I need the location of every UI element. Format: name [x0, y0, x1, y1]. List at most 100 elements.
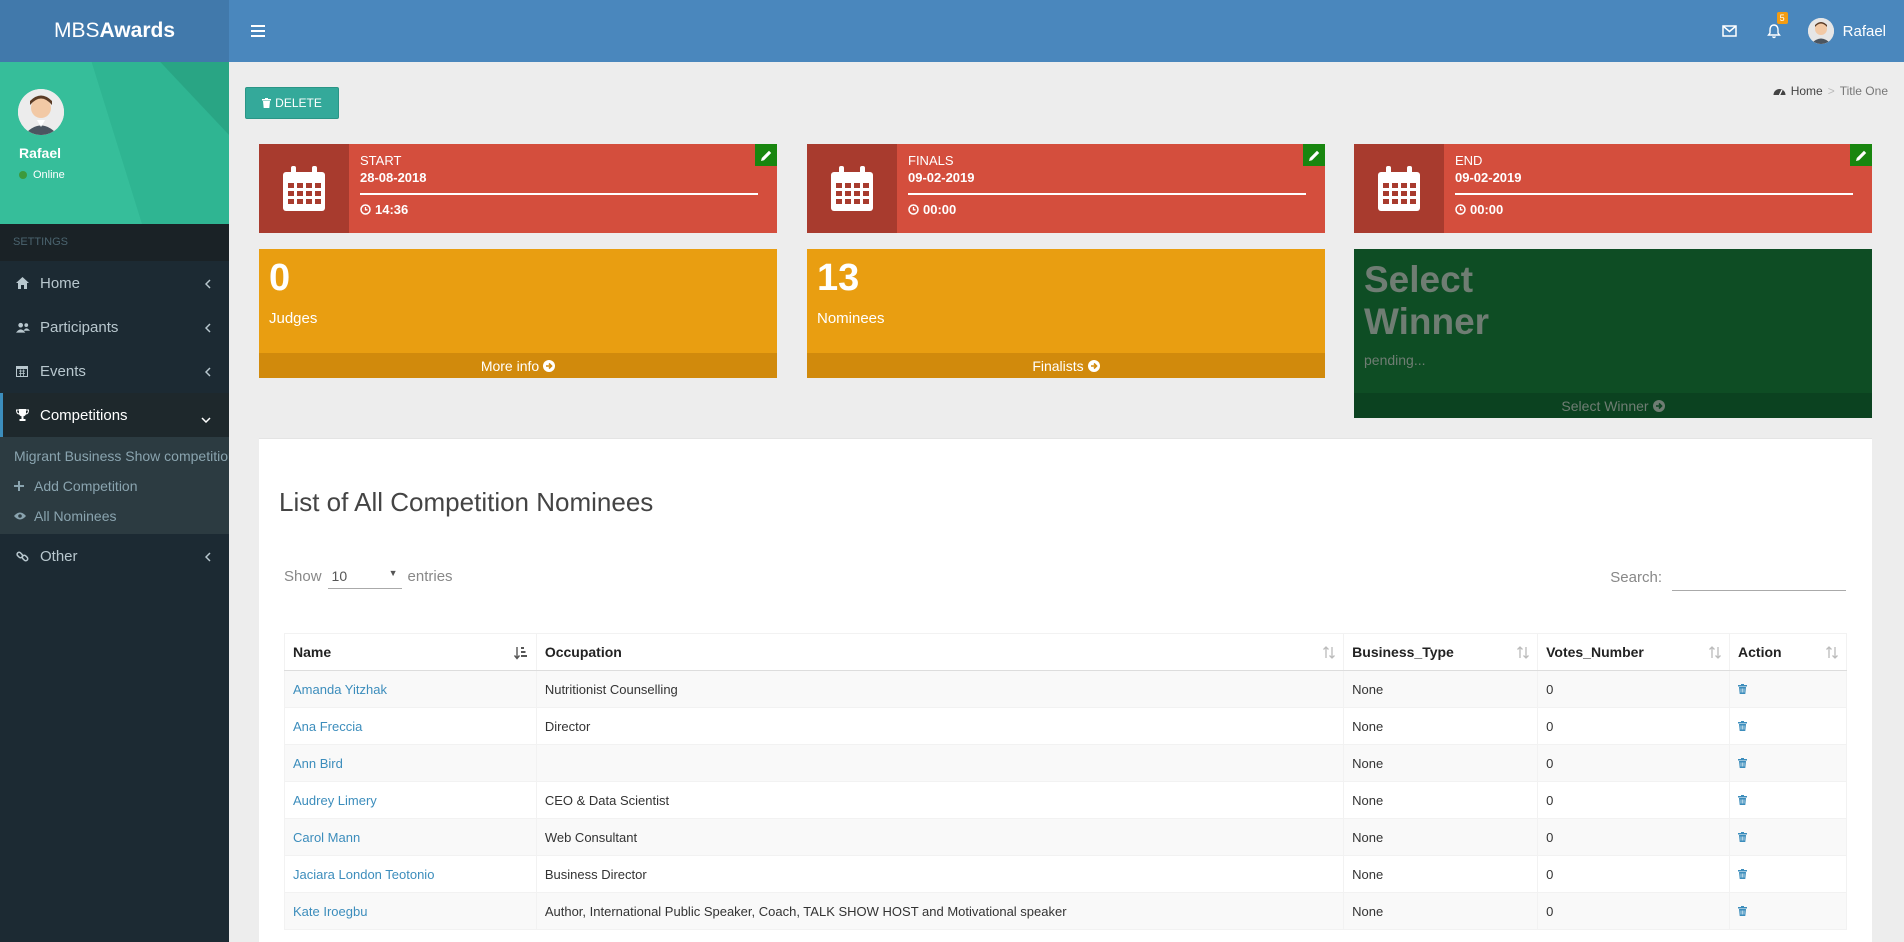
user-status: Online: [19, 169, 65, 181]
column-header-business-type[interactable]: Business_Type: [1343, 633, 1539, 671]
cell-action: [1729, 670, 1847, 708]
breadcrumb-current: Title One: [1839, 84, 1888, 98]
select-winner-link[interactable]: Select Winner: [1354, 393, 1872, 418]
column-header-occupation[interactable]: Occupation: [535, 633, 1345, 671]
top-navbar: MBS Awards 5 Rafael: [0, 0, 1904, 62]
chevron-left-icon: [204, 364, 211, 381]
sidebar-item-label: Other: [40, 547, 78, 565]
notifications-button[interactable]: 5: [1752, 0, 1796, 62]
date-value: 28-08-2018: [360, 170, 427, 185]
sidebar-item-home[interactable]: Home: [0, 261, 229, 305]
sidebar: Rafael Online SETTINGS Home Participants…: [0, 62, 229, 942]
column-header-votes-number[interactable]: Votes_Number: [1537, 633, 1731, 671]
chevron-down-icon: [201, 410, 211, 427]
bell-icon: [1766, 23, 1781, 38]
sidebar-item-competitions[interactable]: Competitions: [0, 393, 229, 437]
date-label: START: [360, 153, 402, 168]
table-row: Kate Iroegbu Author, International Public…: [284, 892, 1847, 930]
submenu-item-all-nominees[interactable]: All Nominees: [0, 501, 229, 531]
cell-name: Audrey Limery: [284, 781, 537, 819]
page-length-select[interactable]: 10 ▼: [327, 563, 402, 589]
nominees-count: 13: [817, 257, 860, 299]
trophy-icon: [16, 409, 30, 421]
trash-icon[interactable]: [1738, 683, 1748, 694]
submenu-item-label: Add Competition: [34, 478, 138, 494]
delete-button[interactable]: DELETE: [245, 87, 339, 119]
divider: [908, 193, 1306, 195]
sort-icon: [1709, 646, 1721, 662]
nominee-link[interactable]: Ann Bird: [293, 756, 343, 771]
finalists-link[interactable]: Finalists: [807, 353, 1325, 378]
chevron-left-icon: [204, 276, 211, 293]
table-body: Amanda Yitzhak Nutritionist Counselling No…: [284, 670, 1847, 930]
edit-finals-button[interactable]: [1303, 144, 1325, 166]
search-input[interactable]: [1672, 563, 1846, 591]
cell-business-type: None: [1343, 818, 1539, 856]
sidebar-section-header: SETTINGS: [0, 224, 229, 261]
navbar-right: 5 Rafael: [1708, 0, 1904, 62]
chevron-left-icon: [204, 320, 211, 337]
main-content: DELETE Home > Title One START 28-08-2018…: [229, 62, 1904, 942]
caret-down-icon: ▼: [388, 568, 398, 578]
winner-status: pending...: [1364, 352, 1426, 368]
arrow-circle-right-icon: [1652, 399, 1665, 412]
calendar-icon: [259, 144, 349, 233]
trash-icon[interactable]: [1738, 720, 1748, 731]
finals-date-box: FINALS 09-02-2019 00:00: [807, 144, 1325, 233]
edit-end-button[interactable]: [1850, 144, 1872, 166]
cell-business-type: None: [1343, 707, 1539, 745]
cell-name: Jaciara London Teotonio: [284, 855, 537, 893]
cell-votes: 0: [1537, 818, 1731, 856]
nominee-link[interactable]: Kate Iroegbu: [293, 904, 367, 919]
time-value: 14:36: [360, 202, 408, 217]
sidebar-toggle-button[interactable]: [237, 0, 279, 62]
trash-icon[interactable]: [1738, 757, 1748, 768]
nominee-link[interactable]: Amanda Yitzhak: [293, 682, 387, 697]
panel-title: List of All Competition Nominees: [279, 487, 654, 517]
table-row: Ana Freccia Director None 0: [284, 707, 1847, 745]
cell-name: Amanda Yitzhak: [284, 670, 537, 708]
home-icon: [16, 277, 30, 289]
breadcrumb-separator: >: [1827, 84, 1835, 98]
trash-icon[interactable]: [1738, 905, 1748, 916]
column-header-label: Action: [1738, 644, 1782, 660]
trash-icon[interactable]: [1738, 831, 1748, 842]
sidebar-item-label: Participants: [40, 318, 119, 336]
hamburger-icon: [251, 25, 265, 37]
nominee-link[interactable]: Ana Freccia: [293, 719, 362, 734]
messages-button[interactable]: [1708, 0, 1752, 62]
calendar-icon: [1354, 144, 1444, 233]
trash-icon[interactable]: [1738, 868, 1748, 879]
nominee-link[interactable]: Carol Mann: [293, 830, 360, 845]
user-menu[interactable]: Rafael: [1807, 18, 1886, 44]
app-logo[interactable]: MBS Awards: [0, 0, 229, 62]
sort-icon: [1826, 646, 1838, 662]
calendar-icon: [16, 365, 30, 377]
nominee-link[interactable]: Jaciara London Teotonio: [293, 867, 434, 882]
cell-action: [1729, 855, 1847, 893]
submenu-item-migrant-business-show[interactable]: Migrant Business Show competition: [0, 441, 229, 471]
sidebar-item-events[interactable]: Events: [0, 349, 229, 393]
breadcrumb-home-link[interactable]: Home: [1791, 84, 1823, 98]
sidebar-item-other[interactable]: Other: [0, 534, 229, 578]
edit-start-button[interactable]: [755, 144, 777, 166]
footer-label: Select Winner: [1561, 397, 1649, 414]
nominees-table: Name Occupation Business_Type Votes_Numb…: [284, 633, 1847, 930]
column-header-action[interactable]: Action: [1729, 633, 1847, 671]
cell-name: Carol Mann: [284, 818, 537, 856]
sidebar-item-label: Home: [40, 274, 81, 292]
sidebar-item-participants[interactable]: Participants: [0, 305, 229, 349]
nominee-link[interactable]: Audrey Limery: [293, 793, 377, 808]
more-info-link[interactable]: More info: [259, 353, 777, 378]
column-header-name[interactable]: Name: [284, 633, 537, 671]
submenu-item-add-competition[interactable]: Add Competition: [0, 471, 229, 501]
avatar: [18, 89, 64, 135]
date-label: FINALS: [908, 153, 954, 168]
pencil-icon: [1308, 150, 1319, 161]
divider: [360, 193, 758, 195]
date-value: 09-02-2019: [1455, 170, 1522, 185]
notification-badge: 5: [1776, 12, 1788, 24]
delete-button-label: DELETE: [275, 96, 322, 110]
trash-icon[interactable]: [1738, 794, 1748, 805]
judges-label: Judges: [269, 310, 318, 327]
